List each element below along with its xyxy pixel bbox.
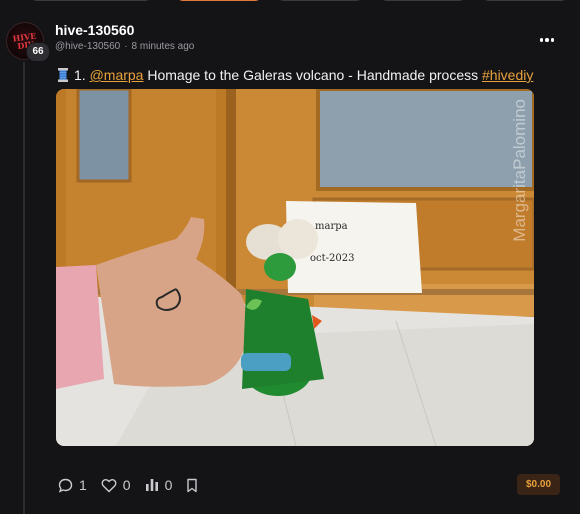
hashtag-link[interactable]: #hivediy <box>482 67 533 83</box>
post-meta: @hive-130560 · 8 minutes ago <box>55 41 194 52</box>
bookmark-button[interactable] <box>186 478 204 493</box>
author-handle[interactable]: @hive-130560 <box>55 41 120 52</box>
photo-watermark: MargaritaPalomino <box>510 99 529 242</box>
view-count: 0 <box>164 477 173 493</box>
note-text-line2: oct-2023 <box>310 253 354 264</box>
post-image[interactable]: marpa oct-2023 MargaritaPalomino <box>56 89 534 446</box>
bar-chart-icon <box>145 479 158 491</box>
post-text: Homage to the Galeras volcano - Handmade… <box>147 67 479 83</box>
thread-spool-icon <box>58 68 68 82</box>
author-username[interactable]: hive-130560 <box>55 22 134 38</box>
like-count: 0 <box>122 477 131 493</box>
comment-button[interactable]: 1 <box>58 477 87 493</box>
mention-link[interactable]: @marpa <box>90 67 144 83</box>
comment-icon <box>58 478 73 493</box>
reputation-badge: 66 <box>26 42 50 62</box>
post-prefix: 1. <box>74 67 86 83</box>
note-text-line1: marpa <box>315 221 348 232</box>
payout-badge[interactable]: $0.00 <box>517 474 560 495</box>
heart-icon <box>101 478 117 492</box>
feed-post: HIVE DIY 66 hive-130560 @hive-130560 · 8 m… <box>0 0 580 514</box>
feed-page: HIVE DIY 66 hive-130560 @hive-130560 · 8 m… <box>0 0 580 514</box>
more-dots-icon <box>539 38 555 42</box>
thread-line <box>23 62 25 514</box>
post-time: 8 minutes ago <box>131 41 195 52</box>
like-button[interactable]: 0 <box>101 477 131 493</box>
comment-count: 1 <box>79 477 87 493</box>
post-body: 1. @marpa Homage to the Galeras volcano … <box>58 67 568 83</box>
action-bar: 1 0 0 <box>58 475 218 495</box>
bookmark-icon <box>187 478 198 492</box>
more-options-button[interactable] <box>534 30 560 50</box>
meta-separator: · <box>124 41 128 52</box>
stats-button[interactable]: 0 <box>145 477 173 493</box>
author-avatar-wrap[interactable]: HIVE DIY 66 <box>6 22 50 62</box>
